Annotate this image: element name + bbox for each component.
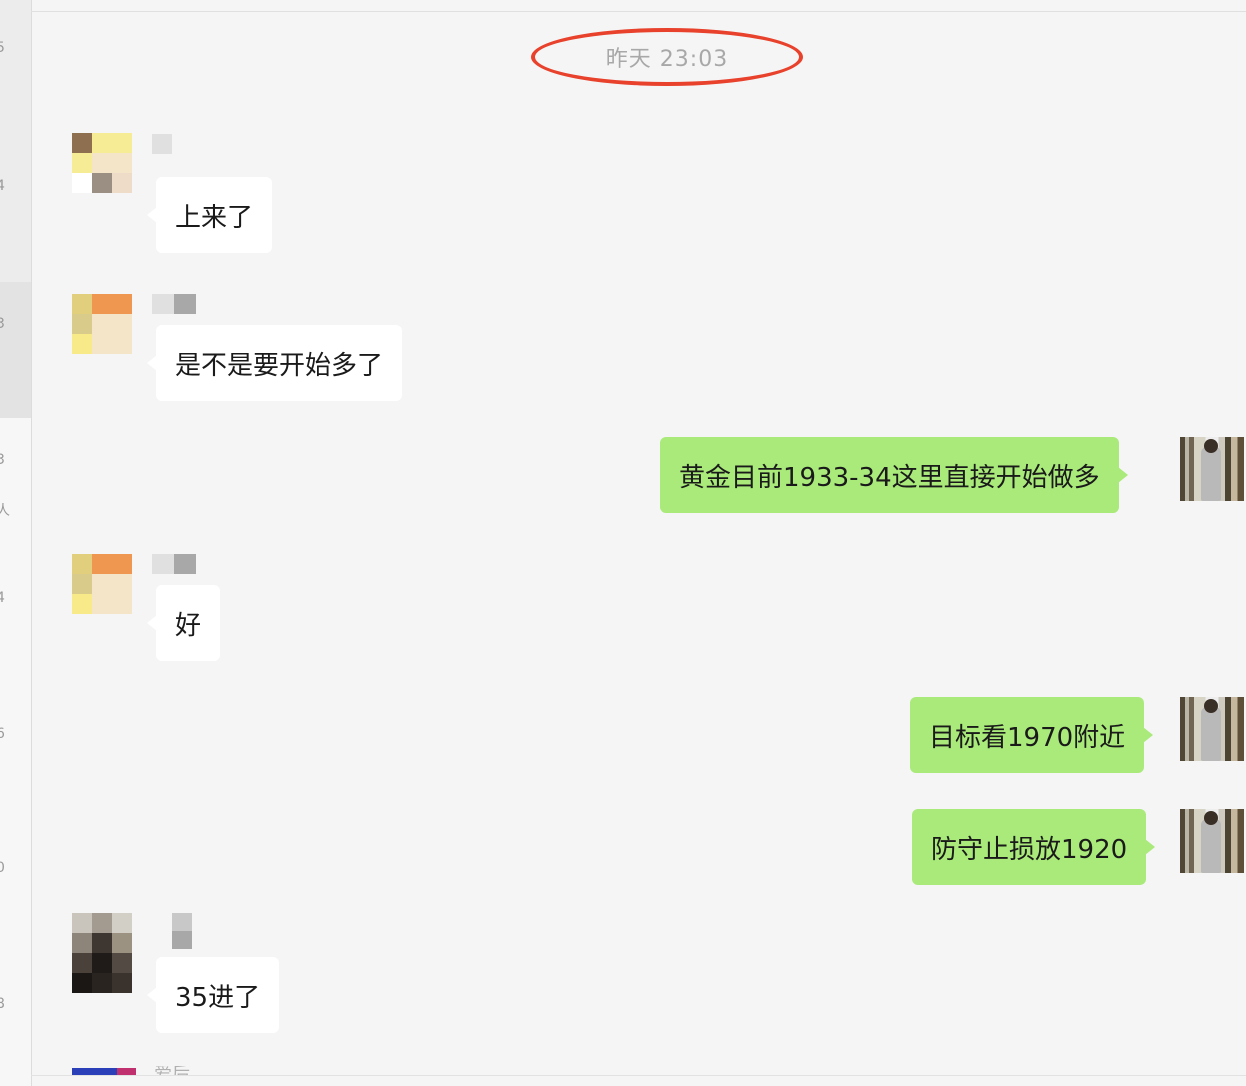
chat-list-partial-text: 4 — [0, 178, 5, 194]
avatar-figure — [1201, 819, 1221, 873]
avatar-figure — [1201, 447, 1221, 501]
message-bubble-incoming[interactable]: 上来了 — [146, 177, 273, 253]
message-text: 黄金目前1933-34这里直接开始做多 — [679, 462, 1100, 493]
message-bubble-outgoing[interactable]: 黄金目前1933-34这里直接开始做多 — [660, 437, 1128, 513]
message-bubble-outgoing[interactable]: 目标看1970附近 — [910, 697, 1154, 773]
divider — [31, 1075, 1246, 1076]
avatar-head — [1204, 439, 1218, 453]
message-timestamp: 昨天 23:03 — [531, 28, 803, 86]
my-avatar[interactable] — [1180, 809, 1244, 873]
chat-list-partial-text: 6 — [0, 726, 5, 742]
chat-list-sidebar[interactable]: 5 4 3 3 人 4 6 0 8 — [0, 0, 32, 1086]
message-bubble-incoming[interactable]: 好 — [146, 585, 221, 661]
chat-list-partial-text: 3 — [0, 316, 5, 332]
chat-list-partial-text: 5 — [0, 40, 5, 56]
message-text: 好 — [175, 610, 202, 641]
timestamp-text: 昨天 23:03 — [605, 47, 729, 72]
message-text: 防守止损放1920 — [931, 834, 1128, 865]
message-bubble-incoming[interactable]: 是不是要开始多了 — [146, 325, 403, 401]
sender-avatar-pixelated[interactable] — [72, 913, 132, 993]
chat-list-partial-text: 3 — [0, 452, 5, 468]
avatar-head — [1204, 811, 1218, 825]
chat-list-item-selected[interactable] — [0, 282, 31, 418]
message-text: 35进了 — [175, 982, 261, 1013]
avatar-figure — [1201, 707, 1221, 761]
message-bubble-outgoing[interactable]: 防守止损放1920 — [912, 809, 1156, 885]
sender-avatar-pixelated[interactable] — [72, 133, 132, 193]
chat-list-partial-text: 0 — [0, 860, 5, 876]
chat-list-partial-text: 8 — [0, 996, 5, 1012]
chat-list-partial-text: 人 — [0, 503, 10, 519]
sender-avatar-pixelated[interactable] — [72, 294, 132, 354]
sender-avatar-pixelated[interactable] — [72, 554, 132, 614]
divider — [31, 11, 1246, 12]
message-bubble-incoming[interactable]: 35进了 — [146, 957, 280, 1033]
my-avatar[interactable] — [1180, 697, 1244, 761]
message-text: 上来了 — [175, 202, 254, 233]
my-avatar[interactable] — [1180, 437, 1244, 501]
sender-name-redacted — [152, 554, 196, 574]
message-text: 目标看1970附近 — [929, 722, 1126, 753]
sender-name-redacted — [152, 134, 172, 154]
chat-list-partial-text: 4 — [0, 590, 5, 606]
sender-name-redacted — [172, 913, 192, 949]
sender-name-redacted — [152, 294, 196, 314]
avatar-head — [1204, 699, 1218, 713]
message-text: 是不是要开始多了 — [175, 350, 384, 381]
